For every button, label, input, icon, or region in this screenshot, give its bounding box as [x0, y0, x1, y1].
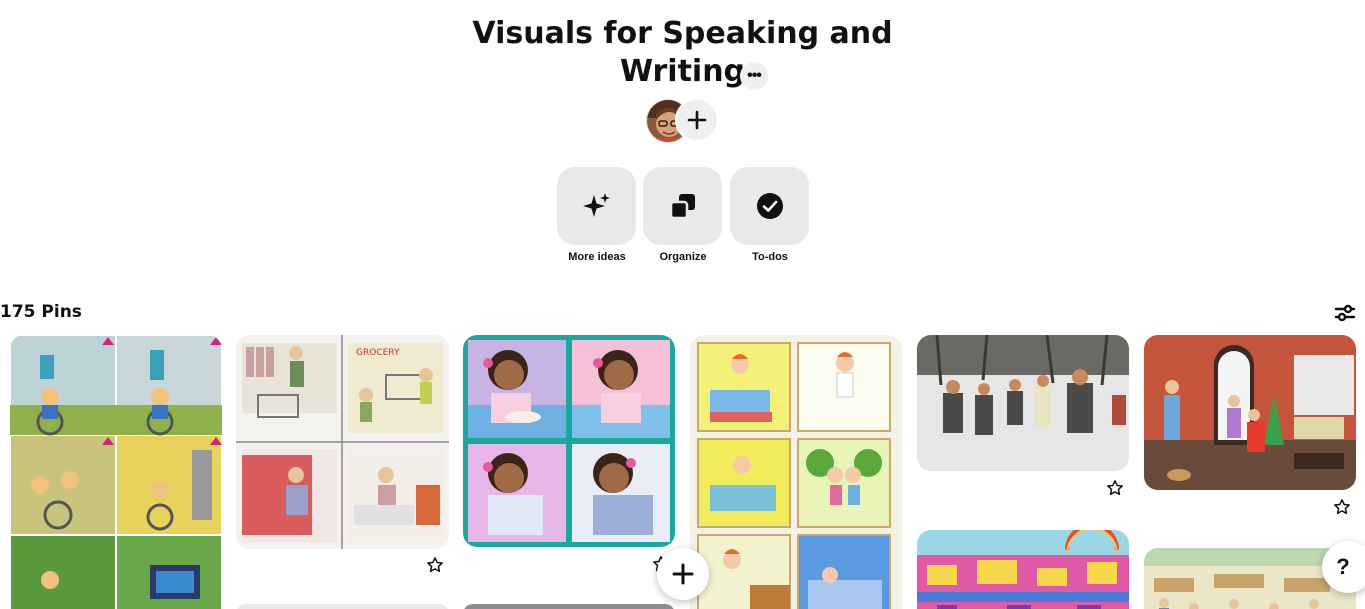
more-ideas-action[interactable]: More ideas: [557, 167, 637, 263]
board-title-text: Writing: [619, 54, 746, 89]
checkmark-icon: [756, 193, 783, 219]
save-star-icon[interactable]: [1106, 479, 1124, 497]
organize-button[interactable]: [643, 167, 722, 245]
save-star-icon[interactable]: [426, 556, 444, 574]
pin-card[interactable]: [917, 335, 1129, 471]
pin-card[interactable]: [463, 335, 675, 547]
pin-image: GROCERY: [236, 335, 449, 549]
organize-label: Organize: [659, 251, 707, 263]
plus-icon: [672, 563, 694, 585]
pin-card[interactable]: GROCERY: [236, 335, 449, 549]
question-mark-icon: ?: [1336, 554, 1350, 579]
todos-action[interactable]: To-dos: [730, 167, 810, 263]
todos-label: To-dos: [752, 251, 788, 263]
pin-count: 175 Pins: [0, 302, 82, 322]
pin-image: [690, 335, 902, 609]
filter-button[interactable]: [1334, 302, 1356, 324]
svg-text:GROCERY: GROCERY: [356, 348, 400, 358]
help-button[interactable]: ?: [1322, 541, 1365, 593]
pin-card[interactable]: [10, 335, 222, 609]
board-title-line1: Visuals for Speaking and: [472, 16, 893, 51]
add-collaborator-button[interactable]: [675, 98, 719, 142]
pin-card[interactable]: [690, 335, 902, 609]
pin-card[interactable]: [236, 604, 449, 609]
pin-image: [236, 604, 449, 609]
pin-image: [463, 604, 675, 609]
pin-image: [917, 530, 1129, 609]
organize-icon: [669, 194, 695, 220]
plus-icon: [687, 110, 707, 130]
sparkle-icon: [582, 193, 610, 217]
pin-card[interactable]: [917, 530, 1129, 609]
pin-image: [10, 335, 222, 609]
filter-icon: [1334, 304, 1356, 322]
save-star-icon[interactable]: [1333, 498, 1351, 516]
pin-image: [917, 335, 1129, 471]
board-more-options-button[interactable]: •••: [740, 62, 768, 90]
more-ideas-label: More ideas: [568, 251, 626, 263]
organize-action[interactable]: Organize: [643, 167, 723, 263]
pin-image: [463, 335, 675, 547]
more-ideas-button[interactable]: [557, 167, 636, 245]
pin-card[interactable]: [1144, 335, 1356, 490]
create-pin-button[interactable]: [657, 548, 709, 600]
pin-card[interactable]: [463, 604, 675, 609]
todos-button[interactable]: [730, 167, 809, 245]
pin-image: [1144, 335, 1356, 490]
board-title-line2: Writing: [0, 53, 1365, 91]
